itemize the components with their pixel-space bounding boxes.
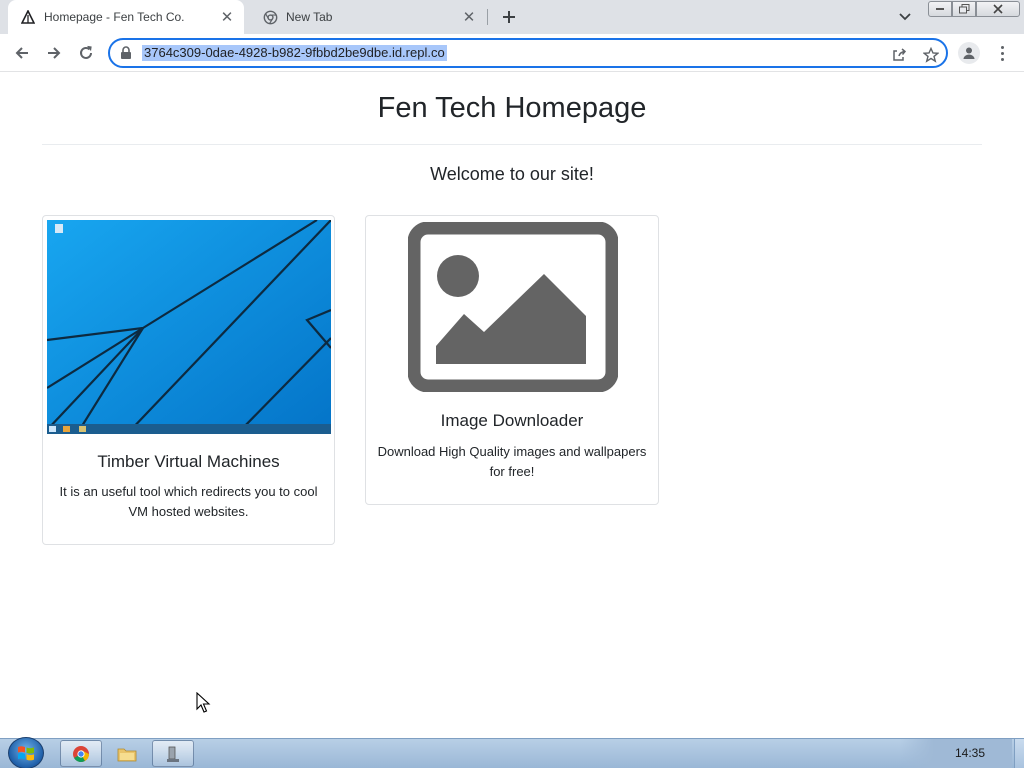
tab-strip: Homepage - Fen Tech Co. ✕ New Tab ✕ bbox=[0, 0, 1024, 34]
card-image-downloader[interactable]: Image Downloader Download High Quality i… bbox=[365, 215, 659, 505]
url-text[interactable]: 3764c309-0dae-4928-b982-9fbbd2be9dbe.id.… bbox=[142, 45, 447, 61]
plus-icon bbox=[503, 11, 515, 23]
back-button[interactable] bbox=[10, 41, 34, 65]
mouse-cursor-icon bbox=[196, 691, 212, 714]
user-icon bbox=[963, 47, 975, 59]
card-title[interactable]: Image Downloader bbox=[366, 411, 658, 431]
tab-separator bbox=[487, 9, 488, 25]
new-tab-button[interactable] bbox=[497, 5, 521, 29]
chevron-down-icon bbox=[899, 13, 911, 21]
card-timber-virtual-machines[interactable]: Timber Virtual Machines It is an useful … bbox=[42, 215, 335, 545]
divider bbox=[42, 144, 982, 145]
arrow-right-icon bbox=[48, 47, 61, 59]
browser-menu-button[interactable] bbox=[996, 42, 1008, 64]
tab-homepage[interactable]: Homepage - Fen Tech Co. ✕ bbox=[8, 0, 244, 34]
reload-button[interactable] bbox=[74, 41, 98, 65]
page-title: Fen Tech Homepage bbox=[377, 92, 647, 124]
tab-title: New Tab bbox=[286, 10, 333, 24]
close-icon bbox=[993, 4, 1003, 14]
bookmark-star-icon[interactable] bbox=[922, 46, 940, 64]
restore-button[interactable] bbox=[952, 1, 976, 17]
minimize-button[interactable] bbox=[928, 1, 952, 17]
image-placeholder-icon[interactable] bbox=[407, 221, 619, 393]
triangle-logo-icon bbox=[20, 9, 36, 25]
taskbar-file-explorer[interactable] bbox=[106, 740, 148, 767]
card-text: It is an useful tool which redirects you… bbox=[59, 484, 318, 519]
card-title[interactable]: Timber Virtual Machines bbox=[43, 452, 334, 472]
taskbar-app[interactable] bbox=[152, 740, 194, 767]
close-tab-icon[interactable]: ✕ bbox=[460, 8, 478, 26]
arrow-left-icon bbox=[15, 47, 28, 59]
windows-desktop-screenshot[interactable] bbox=[47, 220, 331, 434]
tab-search-button[interactable] bbox=[893, 8, 917, 26]
app-icon bbox=[167, 746, 179, 762]
chrome-icon bbox=[262, 9, 278, 25]
share-icon[interactable] bbox=[890, 46, 908, 64]
close-tab-icon[interactable]: ✕ bbox=[218, 8, 236, 26]
clock[interactable]: 14:35 bbox=[955, 746, 985, 760]
taskbar-chrome[interactable] bbox=[60, 740, 102, 767]
web-page: Fen Tech Homepage Welcome to our site! T… bbox=[0, 72, 1024, 738]
forward-button[interactable] bbox=[42, 41, 66, 65]
tab-title: Homepage - Fen Tech Co. bbox=[44, 10, 185, 24]
start-orb-icon[interactable] bbox=[8, 737, 44, 768]
card-text: Download High Quality images and wallpap… bbox=[377, 444, 647, 479]
welcome-text: Welcome to our site! bbox=[430, 164, 594, 184]
windows-logo-icon bbox=[18, 746, 34, 761]
chrome-icon bbox=[73, 745, 89, 762]
browser-toolbar: 3764c309-0dae-4928-b982-9fbbd2be9dbe.id.… bbox=[0, 34, 1024, 72]
close-window-button[interactable] bbox=[976, 1, 1020, 17]
windows-taskbar: 14:35 bbox=[0, 737, 1024, 768]
profile-button[interactable] bbox=[958, 42, 980, 64]
lock-icon[interactable] bbox=[120, 46, 134, 60]
tab-new-tab[interactable]: New Tab ✕ bbox=[250, 0, 486, 34]
reload-icon bbox=[80, 45, 92, 59]
address-bar[interactable]: 3764c309-0dae-4928-b982-9fbbd2be9dbe.id.… bbox=[108, 38, 948, 68]
file-explorer-icon bbox=[117, 748, 137, 761]
show-desktop-button[interactable] bbox=[1014, 739, 1024, 768]
